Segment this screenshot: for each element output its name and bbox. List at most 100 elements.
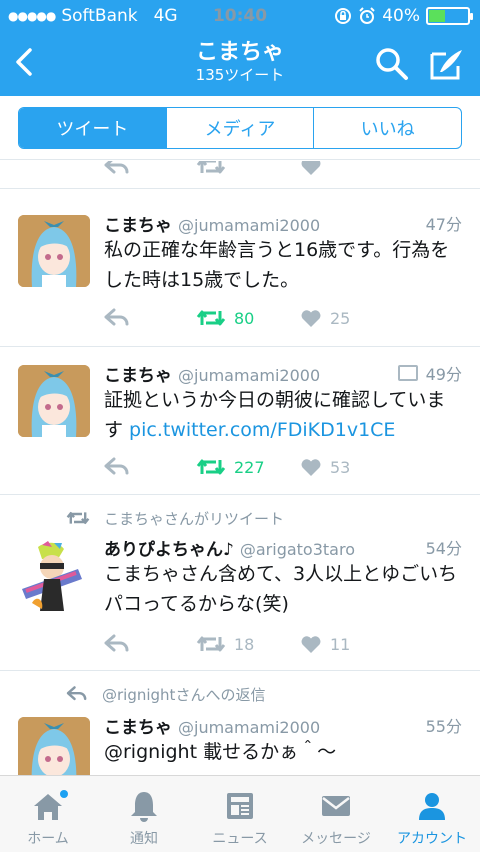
tweet-time: 49分 <box>425 365 462 384</box>
battery-percent: 40% <box>382 6 420 26</box>
tweet[interactable]: こまちゃ @jumamami2000 47分 私の正確な年齢言うと16歳です。行為… <box>0 197 480 347</box>
tab-messages[interactable]: メッセージ <box>288 776 384 852</box>
tweet-actions: 227 53 <box>104 454 464 480</box>
tweet[interactable]: こまちゃ @jumamami2000 49分 証拠というか今日の朝彼に確認していま… <box>0 347 480 495</box>
retweet-button[interactable] <box>196 161 226 179</box>
retweet-button[interactable]: 227 <box>196 454 265 480</box>
reply-icon <box>104 634 129 652</box>
retweet-icon <box>196 310 226 326</box>
nav-header: ●●●●● SoftBank 4G 10:40 40% こまちゃ 135ツイート <box>0 0 480 96</box>
anime-avatar-image <box>18 215 90 287</box>
bottom-tab-bar: ホーム 通知 ニュース メッセージ アカウント <box>0 775 480 852</box>
retweet-icon <box>196 636 226 652</box>
reply-icon <box>104 457 129 475</box>
status-bar: ●●●●● SoftBank 4G 10:40 40% <box>0 0 480 32</box>
avatar[interactable] <box>18 215 90 287</box>
tweet-author-name[interactable]: こまちゃ <box>104 718 172 738</box>
tweet-author-handle: @jumamami2000 <box>178 216 321 235</box>
tweet-author-handle: @arigato3taro <box>239 540 355 559</box>
anime-avatar-image <box>18 717 90 775</box>
retweet-context-label[interactable]: こまちゃさんがリツイート <box>104 508 284 529</box>
reply-button[interactable] <box>104 305 130 331</box>
tweet[interactable]: @rignightさんへの返信 こまちゃ @jumamami2000 55分 @r… <box>0 671 480 775</box>
heart-icon <box>301 636 321 653</box>
reply-button[interactable] <box>104 631 130 657</box>
notification-dot <box>60 790 68 798</box>
splatoon-avatar-image <box>18 539 90 611</box>
like-count: 25 <box>330 308 351 328</box>
tweet-author-handle: @jumamami2000 <box>178 366 321 385</box>
like-button[interactable] <box>300 161 322 179</box>
compose-button[interactable] <box>424 44 468 84</box>
like-count: 11 <box>330 634 351 654</box>
like-count: 53 <box>330 457 351 477</box>
tab-label: 通知 <box>130 831 158 847</box>
heart-icon <box>301 161 321 175</box>
reply-context: @rignightさんへの返信 <box>66 683 265 705</box>
tab-home[interactable]: ホーム <box>0 776 96 852</box>
tab-notifications[interactable]: 通知 <box>96 776 192 852</box>
previous-tweet-actions <box>0 161 480 189</box>
reply-button[interactable] <box>104 454 130 480</box>
tweet-time: 47分 <box>425 215 462 234</box>
tweet-text: 証拠というか今日の朝彼に確認しています pic.twitter.com/FDiK… <box>104 389 446 441</box>
media-icon <box>398 365 418 381</box>
tweet-text: こまちゃさん含めて、3人以上とゆごいちパコってるからな(笑) <box>104 563 458 615</box>
reply-context-label[interactable]: @rignightさんへの返信 <box>102 684 265 705</box>
retweet-icon <box>66 512 90 524</box>
heart-icon <box>301 310 321 327</box>
profile-segmented-control: ツイート メディア いいね <box>18 107 462 149</box>
reply-button[interactable] <box>104 161 130 179</box>
like-button[interactable]: 53 <box>300 454 350 480</box>
tweet-actions: 18 11 <box>104 631 464 657</box>
tweet-author-handle: @jumamami2000 <box>178 718 321 737</box>
tweet-text: 私の正確な年齢言うと16歳です。行為をした時は15歳でした。 <box>104 239 450 291</box>
anime-avatar-image <box>18 365 90 437</box>
tweet-text: @rignight 載せるかぁ＾〜 <box>104 741 337 763</box>
tweet-link[interactable]: pic.twitter.com/FDiKD1v1CE <box>129 419 395 441</box>
rotation-lock-icon <box>335 8 352 24</box>
search-button[interactable] <box>372 44 412 84</box>
retweet-count: 227 <box>234 457 265 477</box>
envelope-icon <box>322 796 350 816</box>
retweet-button[interactable]: 80 <box>196 305 254 331</box>
tweet-timeline: こまちゃ @jumamami2000 47分 私の正確な年齢言うと16歳です。行為… <box>0 161 480 775</box>
tweet-author-name[interactable]: ありぴよちゃん♪ <box>104 540 234 560</box>
avatar[interactable] <box>18 365 90 437</box>
tab-label: メッセージ <box>301 831 371 847</box>
retweet-count: 80 <box>234 308 255 328</box>
tab-label: アカウント <box>397 831 467 847</box>
tweet-author-name[interactable]: こまちゃ <box>104 366 172 386</box>
reply-icon <box>66 686 87 701</box>
tweet[interactable]: こまちゃさんがリツイート ありぴよちゃん♪ @arigato3taro 54分 こ… <box>0 495 480 671</box>
like-button[interactable]: 25 <box>300 305 350 331</box>
bell-icon <box>131 792 157 822</box>
alarm-icon <box>359 7 375 24</box>
tab-account[interactable]: アカウント <box>384 776 480 852</box>
person-icon <box>419 793 445 820</box>
battery-icon <box>426 7 473 25</box>
avatar[interactable] <box>18 539 90 611</box>
retweet-icon <box>196 161 226 174</box>
tweet-time: 54分 <box>425 539 462 558</box>
segment-tweets[interactable]: ツイート <box>19 108 166 148</box>
avatar[interactable] <box>18 717 90 775</box>
retweet-count: 18 <box>234 634 255 654</box>
like-button[interactable]: 11 <box>300 631 350 657</box>
reply-icon <box>104 308 129 326</box>
tab-label: ホーム <box>27 831 69 847</box>
tweet-time: 55分 <box>425 717 462 736</box>
segment-bar: ツイート メディア いいね <box>0 96 480 160</box>
retweet-icon <box>196 459 226 475</box>
tweet-actions: 80 25 <box>104 305 464 331</box>
segment-media[interactable]: メディア <box>165 108 314 148</box>
heart-icon <box>301 459 321 476</box>
tab-label: ニュース <box>212 831 268 847</box>
retweet-context: こまちゃさんがリツイート <box>66 507 284 529</box>
tweet-author-name[interactable]: こまちゃ <box>104 216 172 236</box>
retweet-button[interactable]: 18 <box>196 631 254 657</box>
tab-news[interactable]: ニュース <box>192 776 288 852</box>
segment-likes[interactable]: いいね <box>313 108 461 148</box>
reply-icon <box>104 161 129 174</box>
news-icon <box>227 793 253 819</box>
